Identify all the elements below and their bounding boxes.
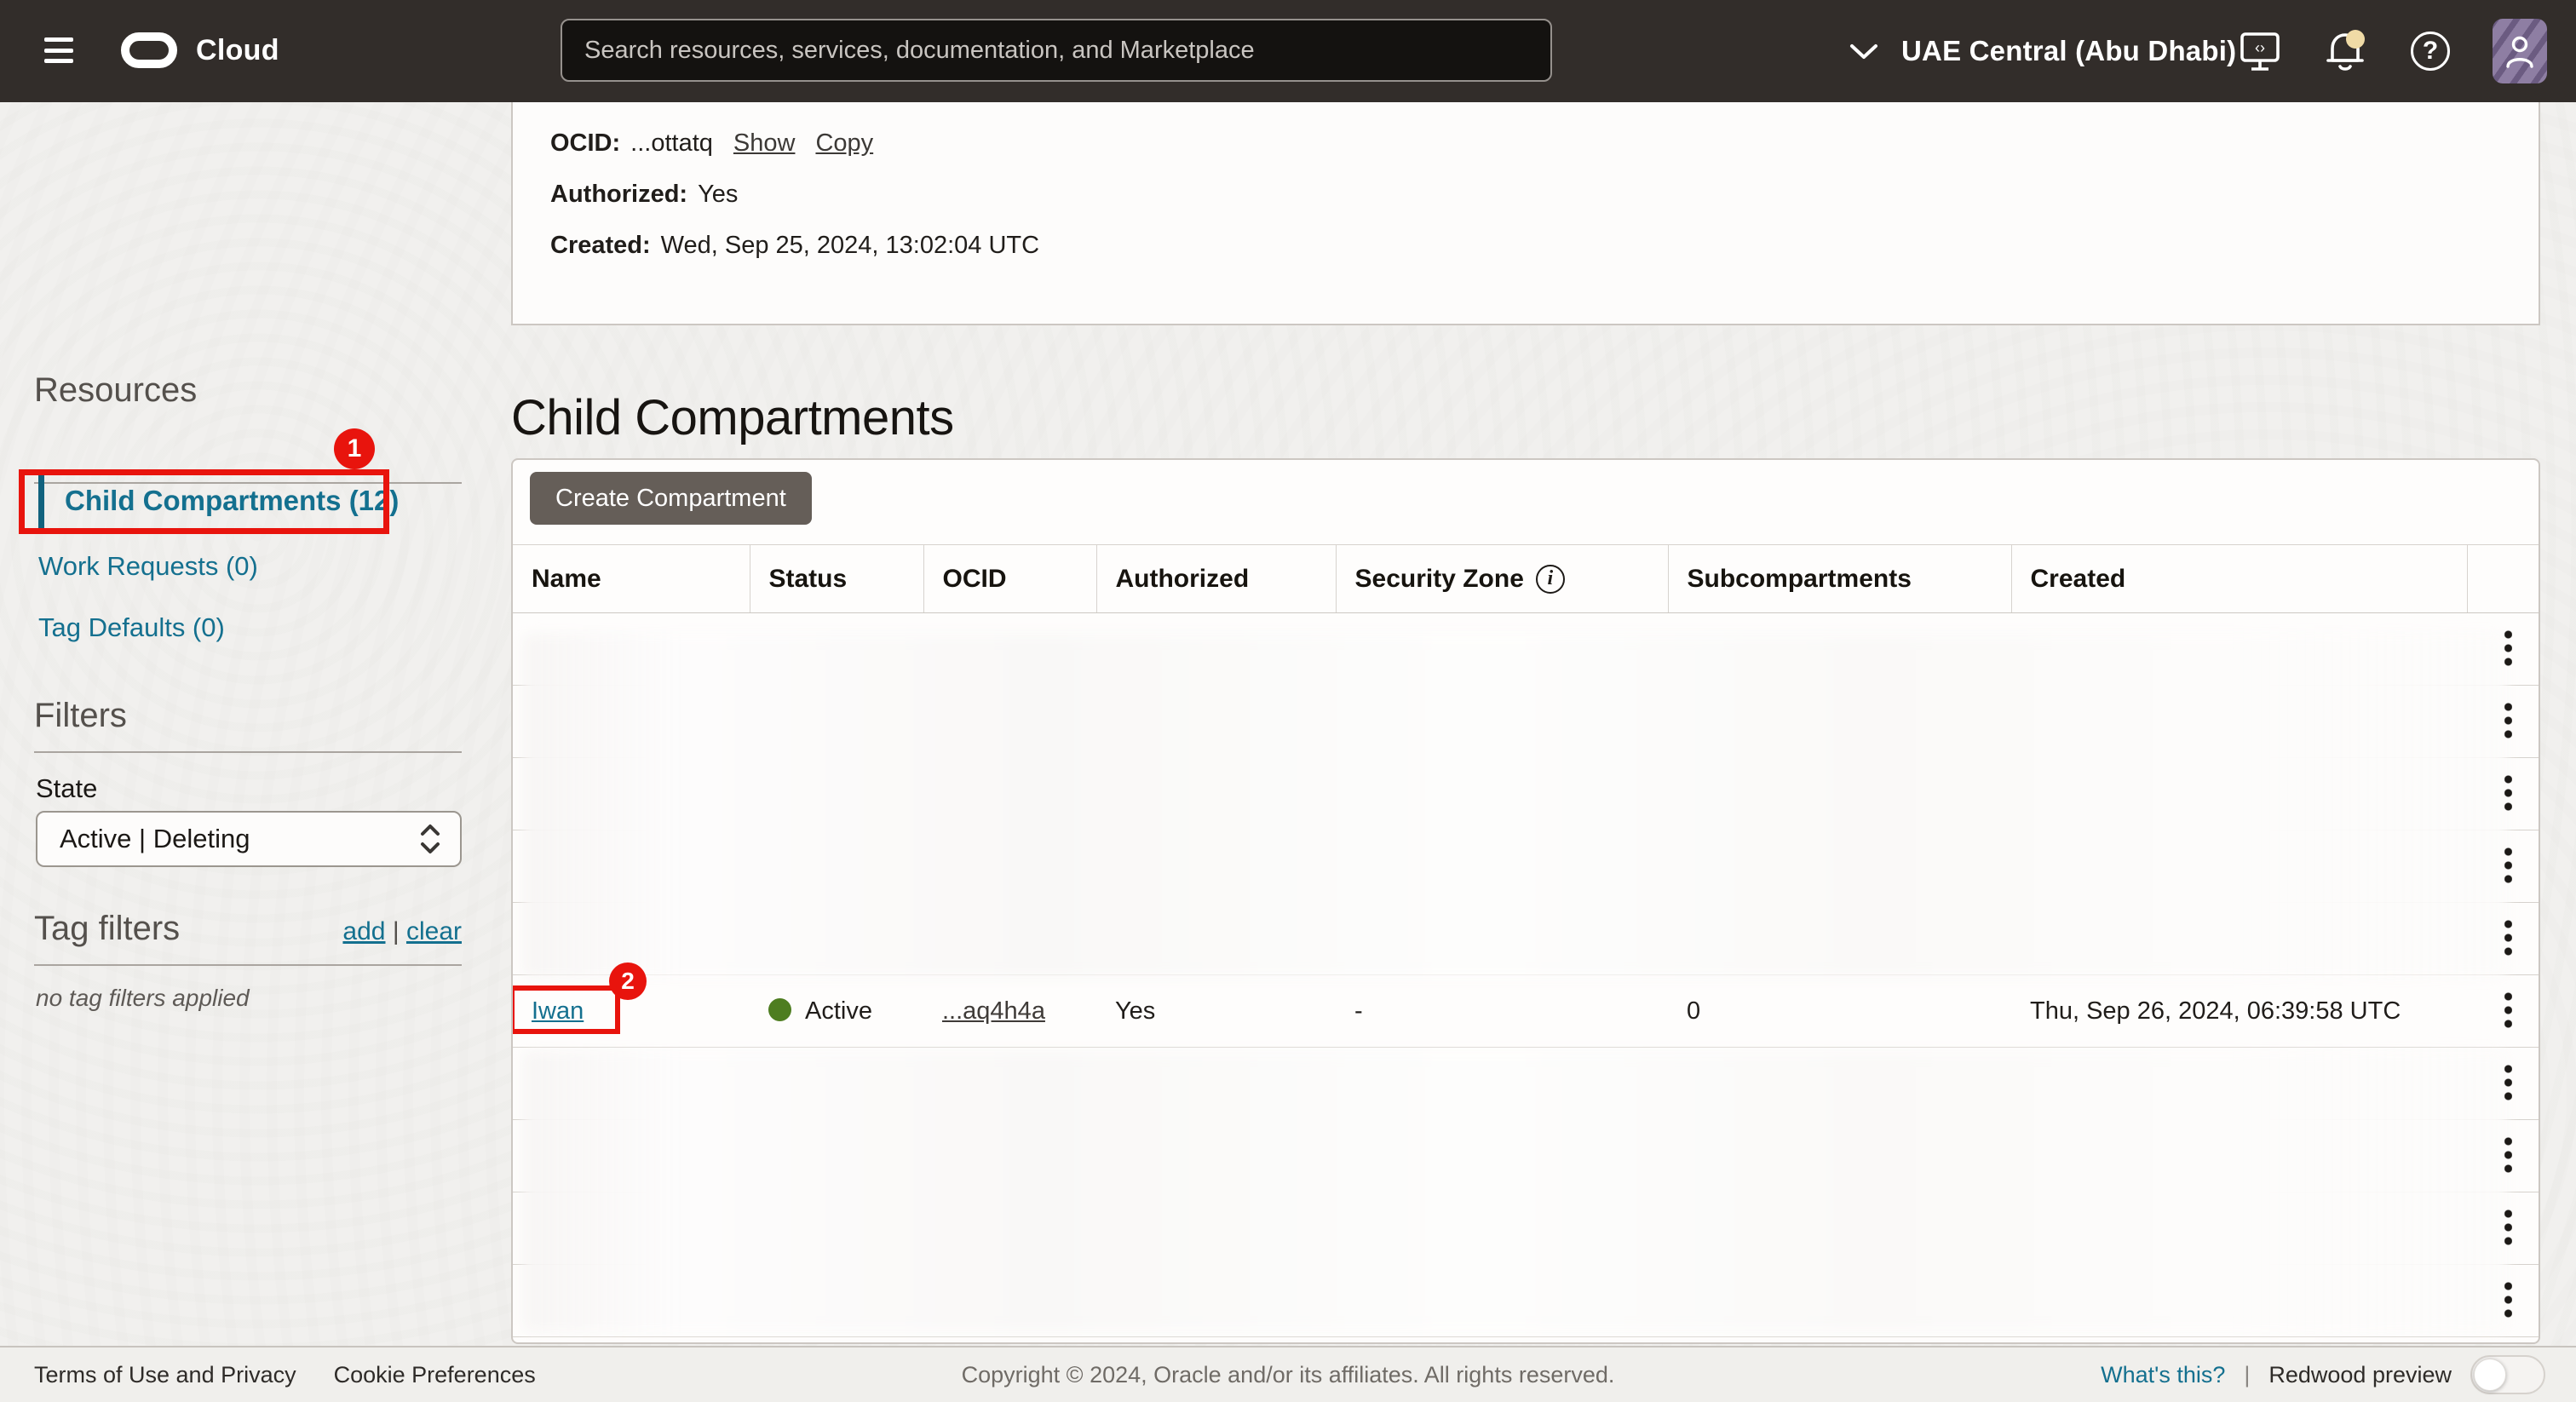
tag-clear-link[interactable]: clear [406,917,462,945]
sidebar: Resources Child Compartments (12) Work R… [34,102,464,1346]
redaction-blur-top [523,634,2508,978]
cookie-preferences-link[interactable]: Cookie Preferences [334,1362,536,1388]
chevron-down-icon [1849,42,1879,60]
row-actions-menu-icon[interactable] [2499,623,2517,674]
create-compartment-button[interactable]: Create Compartment [530,472,812,525]
column-header-authorized: Authorized [1096,545,1336,613]
redwood-preview-label: Redwood preview [2268,1362,2452,1388]
authorized-value: Yes [698,181,738,208]
row-actions-menu-icon[interactable] [2499,1129,2517,1181]
ocid-row: OCID: ...ottatq Show Copy [550,118,2539,169]
table-row-iwan: Iwan Active ...aq4h4a Yes - 0 Thu, Sep 2… [513,975,2539,1048]
status-text: Active [805,997,872,1025]
column-header-actions [2467,545,2539,613]
oci-console: Cloud UAE Central (Abu Dhabi) ‹› [0,0,2576,1402]
tag-filters-heading: Tag filters [34,910,180,948]
notification-dot [2346,30,2365,49]
ocid-value: ...ottatq [630,129,713,157]
row-created: Thu, Sep 26, 2024, 06:39:58 UTC [2011,975,2467,1048]
tag-filters-row: Tag filters add | clear [34,910,462,948]
divider [34,964,462,966]
cloud-shell-icon[interactable]: ‹› [2239,30,2281,72]
column-header-ocid: OCID [923,545,1096,613]
terms-link[interactable]: Terms of Use and Privacy [34,1362,296,1388]
column-header-created: Created [2011,545,2467,613]
redaction-blur-bottom [523,1051,2508,1332]
compartment-details-panel: OCID: ...ottatq Show Copy Authorized: Yes Cr… [511,102,2540,325]
user-avatar[interactable] [2493,19,2547,83]
table-header-row: Name Status OCID Authorized Security Zon… [513,545,2539,613]
row-actions-menu-icon[interactable] [2499,1274,2517,1325]
resources-heading: Resources [34,371,197,410]
copyright-text: Copyright © 2024, Oracle and/or its affi… [962,1347,1615,1402]
state-filter-value: Active | Deleting [60,824,250,854]
redwood-preview-toggle[interactable] [2470,1355,2545,1394]
column-header-security-zone: Security Zonei [1336,545,1668,613]
tag-links-separator: | [393,917,400,945]
toggle-knob [2474,1359,2506,1391]
authorized-label: Authorized: [550,181,687,208]
row-actions-menu-icon[interactable] [2499,840,2517,891]
svg-text:‹›: ‹› [2255,39,2265,56]
notifications-bell-icon[interactable] [2324,28,2368,74]
created-label: Created: [550,232,651,259]
status-active-dot [768,998,791,1021]
annotation-box-2 [511,985,620,1034]
oracle-logo[interactable] [121,32,177,68]
row-security-zone: - [1336,975,1668,1048]
row-subcompartments: 0 [1668,975,2011,1048]
sidebar-item-work-requests[interactable]: Work Requests (0) [38,547,258,586]
created-row: Created: Wed, Sep 25, 2024, 13:02:04 UTC [550,220,2539,271]
divider [34,751,462,753]
annotation-step-badge-1: 1 [334,428,375,469]
hamburger-menu-icon[interactable] [44,37,73,63]
row-ocid-link[interactable]: ...aq4h4a [942,997,1045,1025]
ocid-show-link[interactable]: Show [733,129,796,157]
info-icon[interactable]: i [1536,565,1565,594]
annotation-step-badge-2: 2 [609,962,647,1000]
row-actions-menu-icon[interactable] [2499,695,2517,746]
region-label: UAE Central (Abu Dhabi) [1901,35,2236,67]
help-icon[interactable]: ? [2411,32,2450,71]
header-icons: ‹› ? [2239,0,2547,102]
annotation-box-1 [19,469,389,534]
row-actions-menu-icon[interactable] [2499,912,2517,963]
created-value: Wed, Sep 25, 2024, 13:02:04 UTC [661,232,1039,259]
filters-heading: Filters [34,697,127,735]
sidebar-item-tag-defaults[interactable]: Tag Defaults (0) [38,608,225,647]
avatar [2493,19,2547,83]
stepper-chevrons-icon [419,822,441,856]
ocid-copy-link[interactable]: Copy [815,129,873,157]
row-actions-menu-icon[interactable] [2499,1057,2517,1108]
authorized-row: Authorized: Yes [550,169,2539,220]
page-title: Child Compartments [511,389,954,446]
state-filter-label: State [36,773,97,804]
row-actions-menu-icon[interactable] [2499,767,2517,819]
region-selector[interactable]: UAE Central (Abu Dhabi) [1849,0,2236,102]
state-filter-select[interactable]: Active | Deleting [36,811,462,867]
footer: Terms of Use and Privacy Cookie Preferen… [0,1346,2576,1402]
ocid-label: OCID: [550,129,620,157]
footer-separator: | [2244,1362,2250,1388]
column-header-subcompartments: Subcompartments [1668,545,2011,613]
brand-label: Cloud [196,34,279,67]
column-header-name: Name [513,545,750,613]
row-actions-menu-icon[interactable] [2499,1202,2517,1253]
column-header-status: Status [750,545,923,613]
search-input[interactable] [561,19,1552,82]
top-bar: Cloud UAE Central (Abu Dhabi) ‹› [0,0,2576,102]
row-actions-menu-icon[interactable] [2499,985,2517,1036]
tag-add-link[interactable]: add [342,917,385,945]
row-authorized: Yes [1096,975,1336,1048]
whats-this-link[interactable]: What's this? [2101,1362,2225,1388]
no-tag-filters-note: no tag filters applied [36,985,250,1012]
child-compartments-panel: Create Compartment Name Status OCID Auth… [511,458,2540,1344]
